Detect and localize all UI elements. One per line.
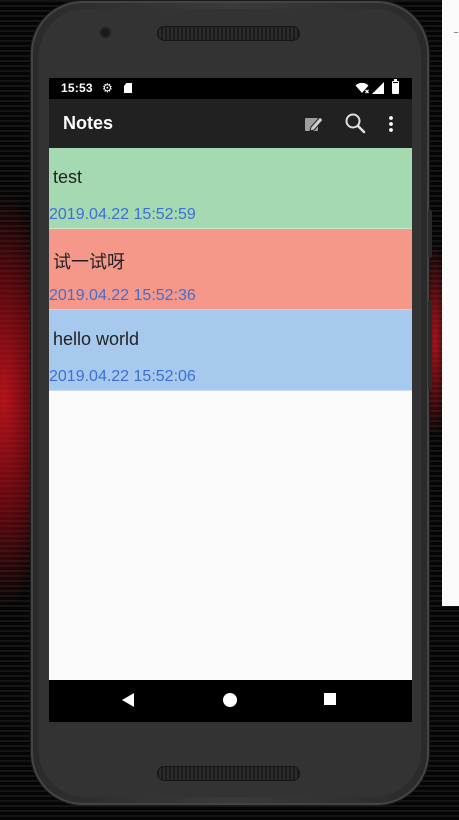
app-bar: Notes [49, 99, 412, 148]
note-title: test [53, 167, 83, 187]
list-item[interactable]: test 2019.04.22 15:52:59 [49, 148, 412, 229]
status-time: 15:53 [61, 81, 93, 95]
sd-card-icon [124, 83, 132, 93]
front-camera [100, 27, 111, 38]
recents-icon[interactable] [324, 693, 336, 705]
note-title: hello world [53, 329, 140, 349]
note-date: 2019.04.22 15:52:06 [49, 368, 196, 385]
page-title: Notes [63, 113, 114, 133]
navigation-bar [49, 680, 412, 722]
battery-icon [392, 79, 399, 94]
home-icon[interactable] [223, 693, 237, 707]
back-icon[interactable] [122, 693, 134, 707]
bottom-speaker [157, 766, 300, 781]
phone-screen: 15:53 ⚙ Notes test 2019.04.22 15:52:59 试… [49, 78, 412, 722]
overflow-menu-button[interactable] [381, 109, 401, 139]
edit-note-icon [305, 116, 324, 132]
wifi-icon [355, 82, 369, 94]
volume-button [428, 210, 432, 258]
power-button [428, 300, 432, 390]
background-window-edge [442, 0, 459, 606]
list-item[interactable]: hello world 2019.04.22 15:52:06 [49, 310, 412, 391]
note-list: test 2019.04.22 15:52:59 试一试呀 2019.04.22… [49, 148, 412, 391]
list-item[interactable]: 试一试呀 2019.04.22 15:52:36 [49, 229, 412, 310]
gear-icon: ⚙ [102, 81, 113, 95]
search-icon [345, 113, 366, 134]
search-button[interactable] [341, 109, 371, 139]
status-bar: 15:53 ⚙ [49, 78, 412, 99]
top-speaker [157, 26, 300, 41]
note-date: 2019.04.22 15:52:59 [49, 206, 196, 223]
new-note-button[interactable] [298, 109, 328, 139]
more-vert-icon [389, 116, 393, 132]
note-date: 2019.04.22 15:52:36 [49, 287, 196, 304]
signal-icon [372, 82, 384, 94]
note-title: 试一试呀 [53, 252, 125, 272]
